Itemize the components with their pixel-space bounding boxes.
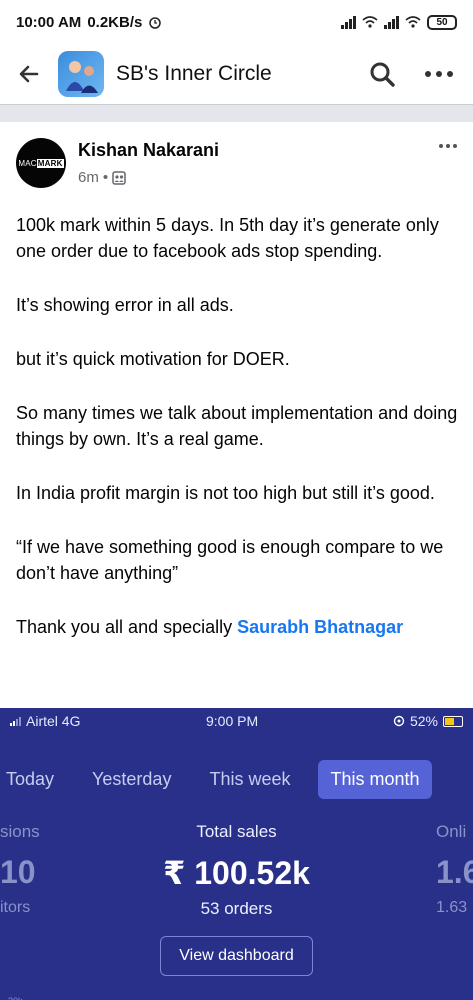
image-axis-tick: 30k bbox=[8, 996, 23, 1000]
view-dashboard-button: View dashboard bbox=[160, 936, 313, 976]
tab-this-week: This week bbox=[209, 769, 291, 789]
post-paragraph: So many times we talk about implementati… bbox=[16, 403, 458, 449]
wifi-icon bbox=[362, 16, 378, 28]
image-time: 9:00 PM bbox=[206, 713, 259, 729]
signal-icon bbox=[341, 15, 356, 29]
post-time[interactable]: 6m bbox=[78, 169, 99, 186]
post-thanks: Thank you all and specially Saurabh Bhat… bbox=[16, 614, 464, 640]
signal-icon-2 bbox=[384, 15, 399, 29]
image-status-bar: Airtel 4G 9:00 PM 52% bbox=[0, 708, 473, 734]
wifi-icon-2 bbox=[405, 16, 421, 28]
post-meta: 6m • bbox=[78, 169, 219, 186]
post-more-icon[interactable] bbox=[439, 144, 457, 194]
search-icon[interactable] bbox=[369, 61, 395, 87]
tab-this-month: This month bbox=[318, 760, 432, 799]
author-info: Kishan Nakarani 6m • bbox=[78, 138, 219, 194]
post-header: MACMARK Kishan Nakarani 6m • bbox=[16, 138, 457, 194]
image-signal-icon bbox=[10, 716, 21, 726]
image-battery-icon bbox=[443, 715, 463, 727]
arrow-left-icon[interactable] bbox=[14, 59, 44, 89]
app-header: SB's Inner Circle bbox=[0, 44, 473, 104]
post-paragraph: It’s showing error in all ads. bbox=[16, 295, 234, 315]
alarm-icon bbox=[149, 17, 162, 29]
post-image[interactable]: Airtel 4G 9:00 PM 52% Today Yesterday Th… bbox=[0, 708, 473, 1000]
header-actions bbox=[369, 61, 459, 87]
group-audience-icon bbox=[112, 170, 126, 185]
right-stat-label: Onli bbox=[436, 822, 467, 841]
avatar-logo: MACMARK bbox=[18, 158, 64, 168]
tab-yesterday: Yesterday bbox=[92, 769, 172, 789]
author-avatar[interactable]: MACMARK bbox=[16, 138, 66, 188]
image-battery-text: 52% bbox=[409, 713, 438, 729]
author-name[interactable]: Kishan Nakarani bbox=[78, 140, 219, 161]
post-paragraph: 100k mark within 5 days. In 5th day it’s… bbox=[16, 215, 439, 261]
status-left: 10:00 AM 0.2KB/s bbox=[16, 14, 162, 31]
meta-separator: • bbox=[102, 169, 109, 186]
thanks-text: Thank you all and specially bbox=[16, 617, 238, 637]
status-speed: 0.2KB/s bbox=[87, 13, 143, 31]
post-paragraph: In India profit margin is not too high b… bbox=[16, 483, 435, 503]
more-horizontal-icon[interactable] bbox=[425, 71, 453, 77]
post-paragraph: “If we have something good is enough com… bbox=[16, 537, 444, 583]
post-body: 100k mark within 5 days. In 5th day it’s… bbox=[16, 212, 464, 668]
total-sales-label: Total sales bbox=[196, 822, 277, 841]
feed-divider bbox=[0, 104, 473, 122]
battery-icon: 50 bbox=[427, 14, 457, 30]
group-avatar[interactable] bbox=[58, 51, 104, 97]
post-paragraph: but it’s quick motivation for DOER. bbox=[16, 349, 290, 369]
image-status-right: 52% bbox=[393, 713, 463, 729]
status-time: 10:00 AM bbox=[16, 13, 82, 31]
right-stat-sub: 1.63 bbox=[436, 899, 468, 916]
group-title[interactable]: SB's Inner Circle bbox=[116, 62, 272, 86]
tab-today: Today bbox=[6, 769, 55, 789]
image-tabs: Today Yesterday This week This month bbox=[0, 760, 450, 799]
image-carrier: Airtel 4G bbox=[26, 713, 81, 729]
status-right: 50 bbox=[341, 14, 457, 30]
status-bar: 10:00 AM 0.2KB/s 50 bbox=[0, 0, 473, 44]
mention-link[interactable]: Saurabh Bhatnagar bbox=[237, 617, 403, 637]
total-sales-value: ₹ 100.52k bbox=[163, 855, 310, 891]
image-rotation-icon bbox=[393, 715, 405, 727]
right-stat-value: 1.6 bbox=[436, 854, 473, 890]
orders-count: 53 orders bbox=[200, 899, 273, 918]
